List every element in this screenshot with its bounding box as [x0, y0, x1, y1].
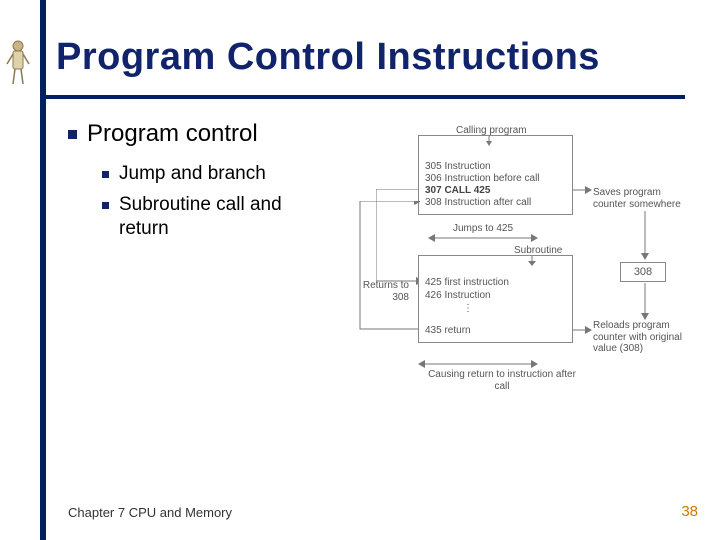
- arrow-icon: [573, 185, 593, 195]
- subroutine-diagram: Calling program 305 Instruction 306 Inst…: [358, 125, 698, 425]
- instr-306: 306 Instruction before call: [425, 173, 540, 185]
- mascot-icon: [4, 38, 32, 90]
- bullet-text: Subroutine call and return: [119, 193, 332, 242]
- arrow-icon: [522, 256, 542, 266]
- returns-label: Returns to 308: [354, 280, 409, 303]
- instr-308: 308 Instruction after call: [425, 197, 531, 209]
- bullet-text: Jump and branch: [119, 162, 266, 187]
- bullet-lvl2: Jump and branch: [102, 162, 332, 187]
- arrow-icon: [354, 201, 420, 335]
- slide-title: Program Control Instructions: [56, 36, 600, 79]
- jumps-label: Jumps to 425: [453, 223, 513, 235]
- instr-425: 425 first instruction: [425, 277, 509, 289]
- bullet-text: Program control: [87, 120, 258, 148]
- vertical-rule: [40, 0, 46, 540]
- reloads-text: Reloads program counter with original va…: [593, 320, 703, 355]
- arrow-icon: [428, 233, 538, 243]
- ellipsis: ⋮: [463, 303, 475, 315]
- cause-text: Causing return to instruction after call: [422, 369, 582, 392]
- bullet-lvl1: Program control: [68, 120, 368, 148]
- subroutine-label: Subroutine: [514, 245, 562, 257]
- square-bullet-icon: [102, 171, 109, 178]
- bullet-lvl2: Subroutine call and return: [102, 193, 332, 242]
- arrow-icon: [418, 359, 538, 369]
- instr-426: 426 Instruction: [425, 290, 491, 302]
- arrow-icon: [474, 135, 504, 147]
- slide: Program Control Instructions Program con…: [0, 0, 720, 540]
- bullet-body: Program control Jump and branch Subrouti…: [68, 120, 368, 248]
- saves-text: Saves program counter somewhere: [593, 187, 688, 210]
- horizontal-rule: [40, 95, 685, 99]
- arrow-icon: [638, 211, 652, 261]
- square-bullet-icon: [68, 130, 77, 139]
- instr-307: 307 CALL 425: [425, 185, 490, 197]
- square-bullet-icon: [102, 202, 109, 209]
- instr-435: 435 return: [425, 325, 471, 337]
- arrow-icon: [573, 325, 593, 335]
- saved-pc-box: 308: [620, 262, 666, 282]
- footer-page: 38: [681, 503, 698, 520]
- instr-305: 305 Instruction: [425, 161, 491, 173]
- arrow-icon: [638, 283, 652, 321]
- footer-chapter: Chapter 7 CPU and Memory: [68, 505, 232, 520]
